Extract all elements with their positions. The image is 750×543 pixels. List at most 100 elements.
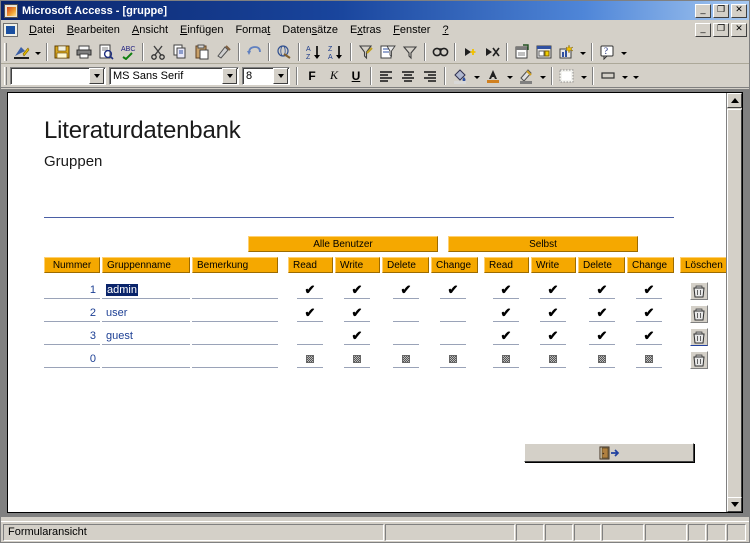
checkbox-self-write[interactable]: ✔ [540, 328, 566, 345]
new-record-icon[interactable] [459, 41, 481, 62]
cell-bemerkung[interactable] [192, 328, 278, 345]
checkbox-all-write[interactable]: ✔ [344, 305, 370, 322]
print-preview-icon[interactable] [95, 41, 117, 62]
menu-datensaetze[interactable]: Datensätze [276, 22, 344, 38]
window-titlebar[interactable]: Microsoft Access - [gruppe] _ ❐ ✕ [1, 1, 749, 20]
cut-icon[interactable] [147, 41, 169, 62]
toolbar-overflow-arrow[interactable] [618, 41, 629, 62]
chevron-down-icon[interactable] [273, 68, 288, 84]
align-center-icon[interactable] [397, 65, 419, 86]
filter-by-selection-icon[interactable] [355, 41, 377, 62]
checkbox-all-delete[interactable] [393, 328, 419, 345]
line-color-icon[interactable] [515, 65, 537, 86]
filter-by-form-icon[interactable] [377, 41, 399, 62]
spellcheck-icon[interactable]: ABC [117, 41, 139, 62]
font-color-arrow[interactable] [504, 65, 515, 86]
cell-bemerkung[interactable] [192, 351, 278, 368]
cell-gruppenname[interactable]: user [102, 305, 190, 322]
cell-nummer[interactable]: 0 [44, 351, 100, 368]
access-app-icon[interactable] [4, 4, 18, 18]
delete-row-button[interactable] [690, 282, 708, 300]
cell-bemerkung[interactable] [192, 305, 278, 322]
cell-nummer[interactable]: 2 [44, 305, 100, 322]
checkbox-all-read[interactable]: ✔ [297, 282, 323, 299]
menu-ansicht[interactable]: Ansicht [126, 22, 174, 38]
checkbox-self-read[interactable]: ✔ [493, 282, 519, 299]
view-dropdown-arrow[interactable] [32, 41, 43, 62]
fill-color-icon[interactable] [449, 65, 471, 86]
menu-datei[interactable]: Datei [23, 22, 61, 38]
cell-nummer[interactable]: 3 [44, 328, 100, 345]
delete-row-button[interactable] [690, 328, 708, 346]
print-icon[interactable] [73, 41, 95, 62]
font-name-select[interactable]: MS Sans Serif [109, 67, 239, 85]
checkbox-all-change[interactable] [440, 305, 466, 322]
menu-help[interactable]: ? [436, 22, 454, 38]
font-size-select[interactable]: 8 [242, 67, 290, 85]
align-right-icon[interactable] [419, 65, 441, 86]
checkbox-self-change[interactable] [636, 351, 662, 368]
cell-nummer[interactable]: 1 [44, 282, 100, 299]
line-color-arrow[interactable] [537, 65, 548, 86]
checkbox-self-read[interactable] [493, 351, 519, 368]
doc-close-button[interactable]: ✕ [731, 23, 747, 37]
cell-gruppenname[interactable] [102, 351, 190, 368]
sort-ascending-icon[interactable]: AZ [303, 41, 325, 62]
properties-icon[interactable] [511, 41, 533, 62]
help-icon[interactable]: ? [596, 41, 618, 62]
doc-minimize-button[interactable]: _ [695, 23, 711, 37]
checkbox-self-write[interactable]: ✔ [540, 282, 566, 299]
checkbox-all-write[interactable]: ✔ [344, 328, 370, 345]
toolbar-grip[interactable] [4, 43, 7, 61]
bold-button[interactable]: F [301, 65, 323, 86]
new-object-icon[interactable] [555, 41, 577, 62]
checkbox-all-delete[interactable] [393, 305, 419, 322]
checkbox-all-read[interactable] [297, 328, 323, 345]
doc-restore-button[interactable]: ❐ [713, 23, 729, 37]
checkbox-all-write[interactable]: ✔ [344, 282, 370, 299]
line-width-icon[interactable] [597, 65, 619, 86]
save-icon[interactable] [51, 41, 73, 62]
format-painter-icon[interactable] [213, 41, 235, 62]
font-color-icon[interactable] [482, 65, 504, 86]
italic-button[interactable]: K [323, 65, 345, 86]
apply-filter-icon[interactable] [399, 41, 421, 62]
chevron-down-icon[interactable] [222, 68, 237, 84]
cell-bemerkung[interactable] [192, 282, 278, 299]
sort-descending-icon[interactable]: ZA [325, 41, 347, 62]
scroll-up-button[interactable] [727, 93, 742, 108]
align-left-icon[interactable] [375, 65, 397, 86]
delete-row-button[interactable] [690, 351, 708, 369]
checkbox-self-change[interactable]: ✔ [636, 328, 662, 345]
checkbox-all-change[interactable]: ✔ [440, 282, 466, 299]
menu-format[interactable]: Format [229, 22, 276, 38]
database-window-icon[interactable] [533, 41, 555, 62]
delete-record-icon[interactable] [481, 41, 503, 62]
close-button[interactable]: ✕ [731, 4, 747, 18]
special-effect-icon[interactable] [556, 65, 578, 86]
menu-einfuegen[interactable]: Einfügen [174, 22, 229, 38]
checkbox-all-delete[interactable]: ✔ [393, 282, 419, 299]
checkbox-self-delete[interactable] [589, 351, 615, 368]
undo-icon[interactable] [243, 41, 265, 62]
new-object-arrow[interactable] [577, 41, 588, 62]
line-width-arrow[interactable] [619, 65, 630, 86]
paste-icon[interactable] [191, 41, 213, 62]
checkbox-self-read[interactable]: ✔ [493, 328, 519, 345]
underline-button[interactable]: U [345, 65, 367, 86]
checkbox-all-change[interactable] [440, 351, 466, 368]
checkbox-all-read[interactable]: ✔ [297, 305, 323, 322]
menu-fenster[interactable]: Fenster [387, 22, 436, 38]
chevron-down-icon[interactable] [89, 68, 104, 84]
view-design-icon[interactable] [10, 41, 32, 62]
checkbox-all-delete[interactable] [393, 351, 419, 368]
checkbox-self-read[interactable]: ✔ [493, 305, 519, 322]
menu-bearbeiten[interactable]: Bearbeiten [61, 22, 126, 38]
checkbox-self-delete[interactable]: ✔ [589, 282, 615, 299]
find-icon[interactable] [429, 41, 451, 62]
scroll-thumb[interactable] [727, 109, 742, 503]
special-effect-arrow[interactable] [578, 65, 589, 86]
formatbar-overflow-arrow[interactable] [630, 65, 641, 86]
formatbar-grip[interactable] [4, 67, 7, 85]
form-vertical-scrollbar[interactable] [726, 93, 742, 512]
